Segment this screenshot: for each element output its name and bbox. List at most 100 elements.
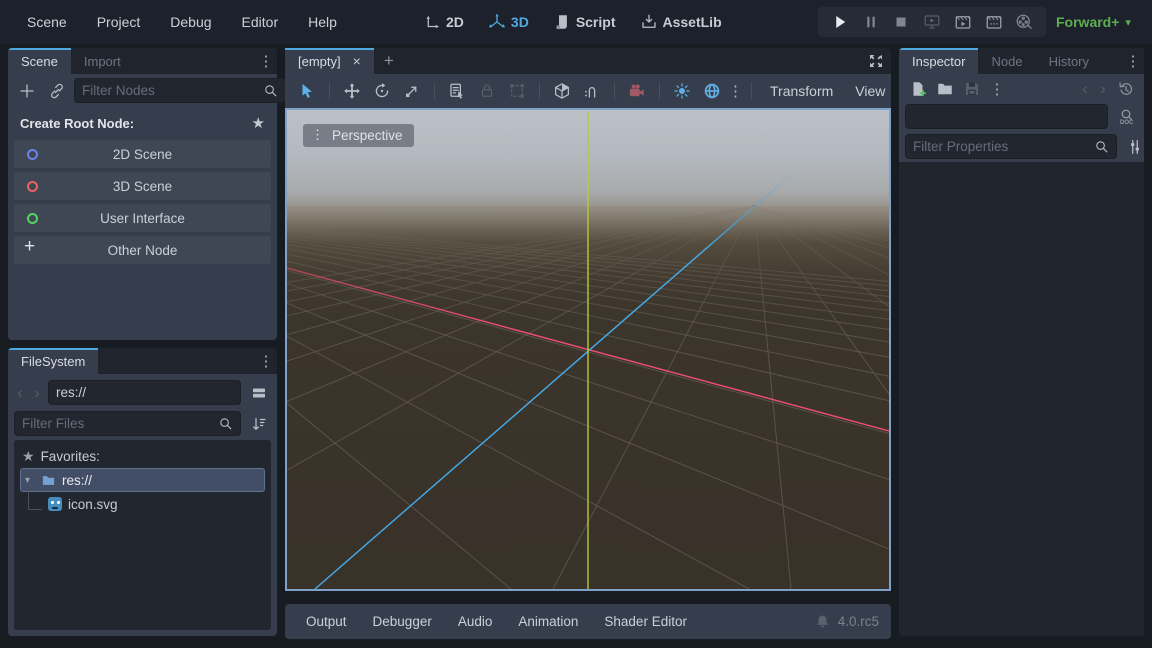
scale-tool-button[interactable] — [398, 77, 426, 105]
split-bars-icon — [250, 384, 268, 402]
workspace-2d-button[interactable]: 2D — [414, 9, 473, 35]
scene-tab-empty[interactable]: [empty] × — [285, 48, 374, 74]
tab-inspector[interactable]: Inspector — [899, 48, 978, 74]
panel-debugger-button[interactable]: Debugger — [364, 610, 441, 633]
play-scene-button[interactable] — [950, 9, 976, 35]
filter-properties-input[interactable] — [913, 139, 1090, 154]
stop-button[interactable] — [888, 9, 914, 35]
panel-audio-button[interactable]: Audio — [449, 610, 502, 633]
path-field[interactable] — [48, 380, 241, 405]
resource-name-input[interactable] — [913, 109, 1100, 124]
rotate-tool-button[interactable] — [368, 77, 396, 105]
history-clock-icon — [1117, 80, 1135, 98]
panel-shader-editor-button[interactable]: Shader Editor — [595, 610, 696, 633]
snap-button[interactable] — [578, 77, 606, 105]
file-row-icon-svg[interactable]: icon.svg — [16, 492, 269, 516]
renderer-dropdown[interactable]: Forward+ ▾ — [1056, 0, 1131, 44]
toggle-split-mode-button[interactable] — [246, 381, 271, 405]
doc-search-icon: DOC — [1117, 108, 1135, 126]
debug-menu[interactable]: Debug — [157, 10, 224, 34]
select-tool-button[interactable] — [293, 77, 321, 105]
environment-toggle-button[interactable] — [698, 77, 726, 105]
filter-files-input[interactable] — [22, 416, 214, 431]
property-tools-button[interactable] — [1122, 135, 1147, 159]
movie-maker-button[interactable] — [1011, 9, 1037, 35]
root-ui-scene-button[interactable]: User Interface — [14, 204, 271, 232]
nav-back-button[interactable]: ‹ — [14, 383, 26, 403]
perspective-button[interactable]: ⋮ Perspective — [303, 124, 414, 147]
filter-properties-field[interactable] — [905, 134, 1117, 159]
filesystem-dock-menu-button[interactable]: ⋮ — [255, 348, 277, 374]
file-tree: ★ Favorites: ▾ res:// icon.svg — [14, 440, 271, 630]
menu-group: Scene Project Debug Editor Help — [14, 0, 350, 44]
view-menu[interactable]: View — [845, 83, 895, 99]
resource-name-field[interactable] — [905, 104, 1108, 129]
scene-menu[interactable]: Scene — [14, 10, 80, 34]
editor-menu[interactable]: Editor — [229, 10, 292, 34]
camera-preview-button[interactable] — [623, 77, 651, 105]
main-menu-bar: Scene Project Debug Editor Help 2D 3D Sc… — [0, 0, 1152, 44]
load-resource-button[interactable] — [932, 77, 957, 101]
move-tool-button[interactable] — [338, 77, 366, 105]
group-button[interactable] — [503, 77, 531, 105]
workspace-3d-button[interactable]: 3D — [479, 9, 538, 35]
nav-forward-button[interactable]: › — [31, 383, 43, 403]
new-resource-button[interactable] — [905, 77, 930, 101]
workspace-script-button[interactable]: Script — [544, 9, 625, 35]
caret-down-icon[interactable]: ▾ — [25, 475, 35, 486]
filter-files-field[interactable] — [14, 411, 241, 436]
version-label: 4.0.rc5 — [838, 614, 879, 629]
local-space-button[interactable] — [548, 77, 576, 105]
sun-toggle-button[interactable] — [668, 77, 696, 105]
workspace-switcher: 2D 3D Script AssetLib — [414, 0, 731, 44]
bell-icon[interactable] — [815, 614, 830, 629]
scene-dock-menu-button[interactable]: ⋮ — [255, 48, 277, 74]
path-input[interactable] — [56, 385, 233, 400]
filter-nodes-input[interactable] — [82, 83, 259, 98]
pause-button[interactable] — [858, 9, 884, 35]
instance-scene-button[interactable] — [44, 79, 69, 103]
play-button[interactable] — [827, 9, 853, 35]
tab-import[interactable]: Import — [71, 48, 134, 74]
history-forward-button[interactable]: › — [1095, 79, 1111, 99]
tab-filesystem[interactable]: FileSystem — [8, 348, 98, 374]
list-select-button[interactable] — [443, 77, 471, 105]
tab-history[interactable]: History — [1036, 48, 1102, 74]
tab-node[interactable]: Node — [978, 48, 1035, 74]
3d-viewport[interactable]: ⋮ Perspective — [285, 108, 891, 591]
filter-nodes-field[interactable] — [74, 78, 286, 103]
play-custom-scene-button[interactable] — [981, 9, 1007, 35]
workspace-assetlib-button[interactable]: AssetLib — [631, 9, 731, 35]
panel-animation-button[interactable]: Animation — [509, 610, 587, 633]
transform-menu[interactable]: Transform — [760, 83, 843, 99]
lock-button[interactable] — [473, 77, 501, 105]
new-scene-tab-button[interactable]: + — [374, 48, 404, 74]
search-icon — [218, 416, 233, 431]
folder-row-res[interactable]: ▾ res:// — [20, 468, 265, 492]
inspector-dock-menu-button[interactable]: ⋮ — [1122, 48, 1144, 74]
remote-debug-button[interactable] — [919, 9, 945, 35]
close-icon[interactable]: × — [353, 53, 361, 69]
root-other-node-button[interactable]: + Other Node — [14, 236, 271, 264]
vdots-icon: ⋮ — [311, 127, 325, 143]
help-menu[interactable]: Help — [295, 10, 350, 34]
playback-controls — [818, 7, 1046, 37]
project-menu[interactable]: Project — [84, 10, 154, 34]
cube-icon — [553, 82, 571, 100]
tab-scene[interactable]: Scene — [8, 48, 71, 74]
root-2d-scene-button[interactable]: 2D Scene — [14, 140, 271, 168]
favorites-row[interactable]: ★ Favorites: — [16, 444, 269, 468]
star-icon[interactable]: ★ — [252, 114, 265, 132]
sort-files-button[interactable] — [246, 412, 271, 436]
add-node-button[interactable] — [14, 79, 39, 103]
edit-history-button[interactable] — [1113, 77, 1138, 101]
preview-options-button[interactable]: ⋮ — [728, 82, 743, 100]
save-resource-button[interactable] — [959, 77, 984, 101]
resource-menu-button[interactable]: ⋮ — [986, 80, 1008, 98]
history-back-button[interactable]: ‹ — [1077, 79, 1093, 99]
sun-icon — [673, 82, 691, 100]
open-docs-button[interactable]: DOC — [1113, 105, 1138, 129]
root-3d-scene-button[interactable]: 3D Scene — [14, 172, 271, 200]
panel-output-button[interactable]: Output — [297, 610, 356, 633]
distraction-free-button[interactable] — [861, 48, 891, 74]
